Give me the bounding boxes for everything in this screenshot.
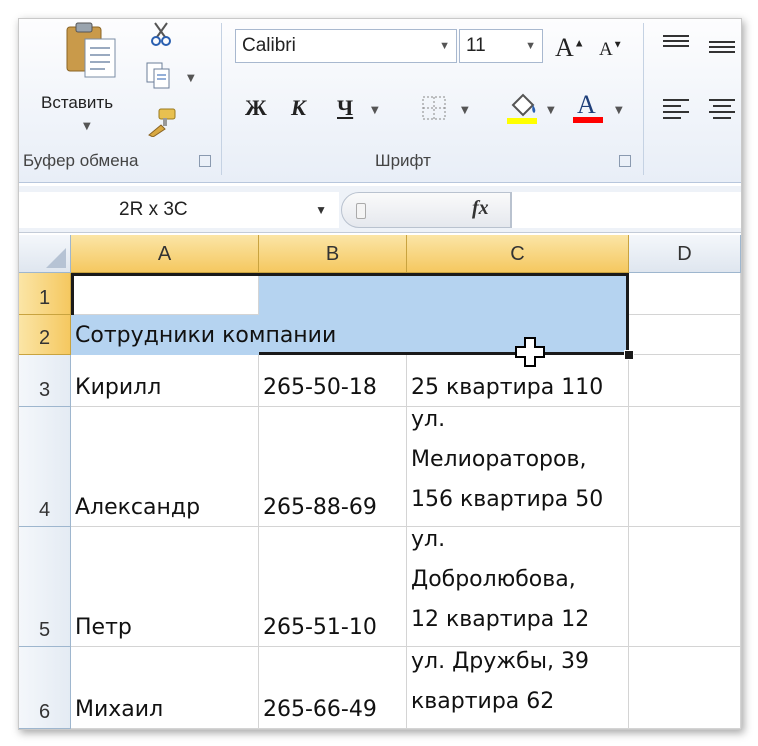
italic-button[interactable]: К — [291, 95, 306, 121]
row-number: 5 — [38, 619, 51, 641]
cell-text: 265-51-10 — [263, 615, 377, 640]
row-header-3[interactable]: 3 — [19, 355, 71, 407]
copy-icon[interactable] — [145, 61, 173, 93]
borders-dropdown-arrow[interactable]: ▼ — [461, 105, 469, 116]
svg-text:A: A — [577, 90, 596, 119]
underline-button[interactable]: Ч — [337, 95, 353, 121]
cell-a4[interactable]: Александр — [71, 407, 259, 527]
row-number: 6 — [38, 701, 51, 723]
row-number: 3 — [38, 379, 51, 401]
grow-font-button[interactable]: A▲ — [555, 33, 585, 63]
row-number: 2 — [38, 327, 51, 349]
font-group-label: Шрифт — [375, 151, 431, 170]
cell-text: 265-66-49 — [263, 697, 377, 722]
cell-c4[interactable]: ул. Мелиораторов, 156 квартира 50 — [407, 407, 629, 527]
cell-c6[interactable]: ул. Дружбы, 39 квартира 62 — [407, 647, 629, 729]
paste-icon[interactable] — [63, 21, 119, 79]
align-left-icon[interactable] — [661, 97, 691, 125]
spreadsheet-grid: A B C D 1 2 3 4 5 6 Сотрудники компании … — [19, 235, 741, 729]
borders-icon[interactable] — [421, 95, 447, 125]
cell-text: 25 квартира 110 — [411, 375, 604, 400]
shrink-font-label: A — [599, 39, 613, 60]
formula-bar: 2R x 3C ▼ fx — [19, 186, 741, 233]
cell-d2[interactable] — [629, 315, 741, 355]
formula-input[interactable] — [511, 192, 741, 228]
ribbon: Вставить ▼ ▼ Буфер обмена Calibri ▼ 11 ▼… — [19, 19, 741, 183]
splitter-handle[interactable] — [356, 203, 366, 219]
formula-controls: fx — [341, 192, 511, 228]
cell-d5[interactable] — [629, 527, 741, 647]
fill-handle[interactable] — [624, 350, 634, 360]
row-header-4[interactable]: 4 — [19, 407, 71, 527]
row-header-2[interactable]: 2 — [19, 315, 71, 355]
column-header-b[interactable]: B — [259, 235, 407, 273]
align-middle-icon[interactable] — [707, 39, 737, 63]
shrink-font-button[interactable]: A▼ — [599, 39, 623, 61]
excel-window: Вставить ▼ ▼ Буфер обмена Calibri ▼ 11 ▼… — [18, 18, 742, 730]
cell-b6[interactable]: 265-66-49 — [259, 647, 407, 729]
select-all-button[interactable] — [19, 235, 71, 273]
cell-a5[interactable]: Петр — [71, 527, 259, 647]
column-header-c[interactable]: C — [407, 235, 629, 273]
align-center-icon[interactable] — [707, 97, 737, 125]
row-number: 4 — [38, 499, 51, 521]
font-name-select[interactable]: Calibri ▼ — [235, 29, 457, 63]
cell-a3[interactable]: Кирилл — [71, 355, 259, 407]
cell-text: ул. Мелиораторов, 156 квартира 50 — [411, 407, 604, 512]
row-header-1[interactable]: 1 — [19, 273, 71, 315]
cell-text: ул. Дружбы, 39 квартира 62 — [411, 649, 589, 714]
cross-cursor-icon — [515, 337, 545, 371]
paste-dropdown-arrow[interactable]: ▼ — [83, 121, 91, 132]
cell-a6[interactable]: Михаил — [71, 647, 259, 729]
font-color-dropdown-arrow[interactable]: ▼ — [615, 105, 623, 116]
cell-text: 265-88-69 — [263, 495, 377, 520]
cell-text: Михаил — [75, 697, 164, 722]
cell-text: Кирилл — [75, 375, 162, 400]
font-launcher-icon[interactable] — [619, 155, 631, 167]
column-header-a[interactable]: A — [71, 235, 259, 273]
chevron-down-icon: ▼ — [525, 40, 536, 52]
chevron-down-icon[interactable]: ▼ — [315, 192, 327, 228]
group-separator — [221, 23, 222, 175]
cut-icon[interactable] — [149, 21, 173, 51]
bold-button[interactable]: Ж — [245, 95, 267, 121]
chevron-down-icon: ▼ — [439, 40, 450, 52]
underline-dropdown-arrow[interactable]: ▼ — [371, 105, 379, 116]
column-header-d[interactable]: D — [629, 235, 741, 273]
font-size-value: 11 — [466, 35, 486, 56]
cell-c5[interactable]: ул. Добролюбова, 12 квартира 12 — [407, 527, 629, 647]
grow-font-label: A — [555, 33, 574, 62]
cell-text: Петр — [75, 615, 132, 640]
cell-text: Сотрудники компании — [75, 323, 337, 348]
cell-d1[interactable] — [629, 273, 741, 315]
format-painter-icon[interactable] — [145, 107, 177, 141]
fill-color-dropdown-arrow[interactable]: ▼ — [547, 105, 555, 116]
cell-d4[interactable] — [629, 407, 741, 527]
clipboard-group-label: Буфер обмена — [23, 151, 139, 170]
row-header-6[interactable]: 6 — [19, 647, 71, 729]
cell-text: 265-50-18 — [263, 375, 377, 400]
clipboard-launcher-icon[interactable] — [199, 155, 211, 167]
cell-text: ул. Добролюбова, 12 квартира 12 — [411, 527, 590, 632]
group-separator — [643, 23, 644, 175]
font-size-select[interactable]: 11 ▼ — [459, 29, 543, 63]
fill-color-icon[interactable] — [505, 91, 539, 129]
name-box[interactable]: 2R x 3C ▼ — [19, 192, 339, 228]
cell-a2[interactable]: Сотрудники компании — [71, 315, 336, 355]
name-box-value: 2R x 3C — [119, 199, 188, 220]
row-number: 1 — [38, 287, 51, 309]
copy-dropdown-arrow[interactable]: ▼ — [187, 73, 195, 84]
paste-button-label[interactable]: Вставить — [41, 93, 113, 113]
font-color-icon[interactable]: A — [571, 89, 605, 129]
cell-d3[interactable] — [629, 355, 741, 407]
cell-d6[interactable] — [629, 647, 741, 729]
align-top-icon[interactable] — [661, 33, 691, 57]
cell-b5[interactable]: 265-51-10 — [259, 527, 407, 647]
font-name-value: Calibri — [242, 35, 296, 56]
cell-b4[interactable]: 265-88-69 — [259, 407, 407, 527]
cell-text: Александр — [75, 495, 201, 520]
row-header-5[interactable]: 5 — [19, 527, 71, 647]
insert-function-button[interactable]: fx — [472, 197, 489, 220]
cell-b3[interactable]: 265-50-18 — [259, 355, 407, 407]
